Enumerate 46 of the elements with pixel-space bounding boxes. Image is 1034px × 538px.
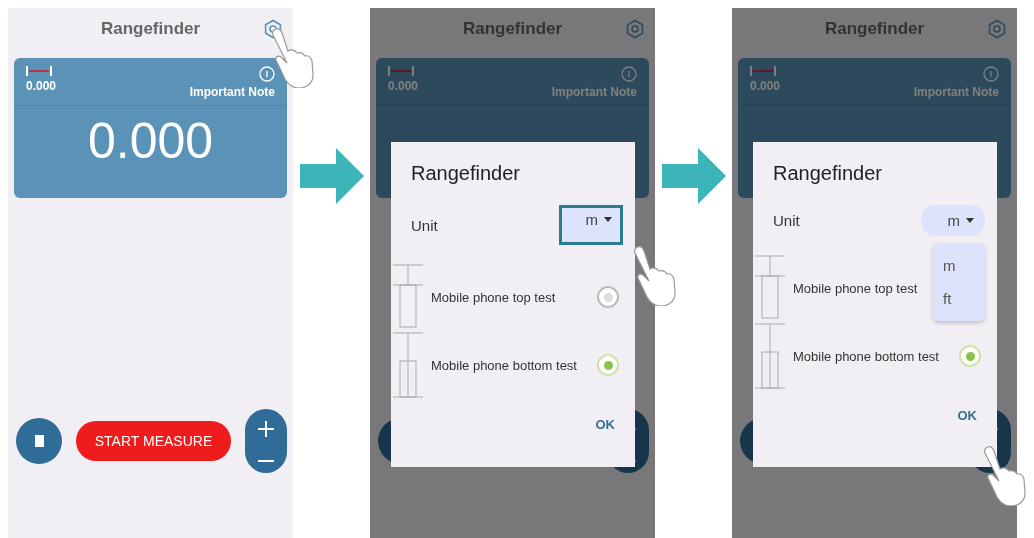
radio-button[interactable]: [959, 345, 981, 367]
ruler-icon: [750, 66, 776, 76]
menu-item[interactable]: m: [933, 249, 985, 282]
unit-dropdown[interactable]: m: [558, 205, 623, 245]
phone-measure-icon: [753, 254, 787, 322]
app-title: Rangefinder: [100, 19, 201, 39]
phone-measure-icon: [753, 322, 787, 390]
reading-value: 0.000: [388, 79, 419, 93]
stop-button[interactable]: [16, 418, 62, 464]
arrow-icon: [299, 148, 364, 204]
ruler-icon: [26, 66, 52, 76]
plus-icon[interactable]: [257, 419, 275, 438]
option-label: Mobile phone bottom test: [430, 357, 578, 373]
info-icon[interactable]: [621, 66, 637, 82]
dialog-title: Rangefinder: [410, 161, 521, 185]
zoom-control[interactable]: [245, 409, 287, 473]
ok-button[interactable]: OK: [595, 417, 615, 432]
phone-measure-icon: [391, 263, 425, 331]
option-label: Mobile phone bottom test: [792, 348, 940, 364]
caret-icon: [966, 218, 974, 223]
unit-label: Unit: [411, 216, 438, 234]
start-measure-button[interactable]: START MEASURE: [76, 421, 231, 461]
important-note-link[interactable]: Important Note: [189, 85, 275, 99]
phone-measure-icon: [391, 331, 425, 399]
option-label: Mobile phone top test: [792, 280, 919, 296]
minus-icon[interactable]: [257, 458, 275, 463]
menu-item[interactable]: ft: [933, 282, 985, 315]
dialog-title: Rangefinder: [772, 161, 883, 185]
radio-button[interactable]: [597, 354, 619, 376]
reading-value: 0.000: [26, 79, 57, 93]
unit-label: Unit: [773, 212, 800, 229]
app-title: Rangefinder: [462, 19, 563, 39]
unit-dropdown[interactable]: m: [920, 205, 985, 236]
info-icon[interactable]: [983, 66, 999, 82]
settings-icon[interactable]: [987, 19, 1007, 39]
settings-icon[interactable]: [625, 19, 645, 39]
option-label: Mobile phone top test: [430, 289, 557, 305]
caret-icon: [604, 217, 612, 222]
radio-button[interactable]: [597, 286, 619, 308]
arrow-icon: [661, 148, 726, 204]
ruler-icon: [388, 66, 414, 76]
app-title: Rangefinder: [824, 19, 925, 39]
ok-button[interactable]: OK: [957, 408, 977, 423]
info-icon[interactable]: [259, 66, 275, 82]
distance-value: 0.000: [86, 112, 215, 170]
reading-value: 0.000: [750, 79, 781, 93]
